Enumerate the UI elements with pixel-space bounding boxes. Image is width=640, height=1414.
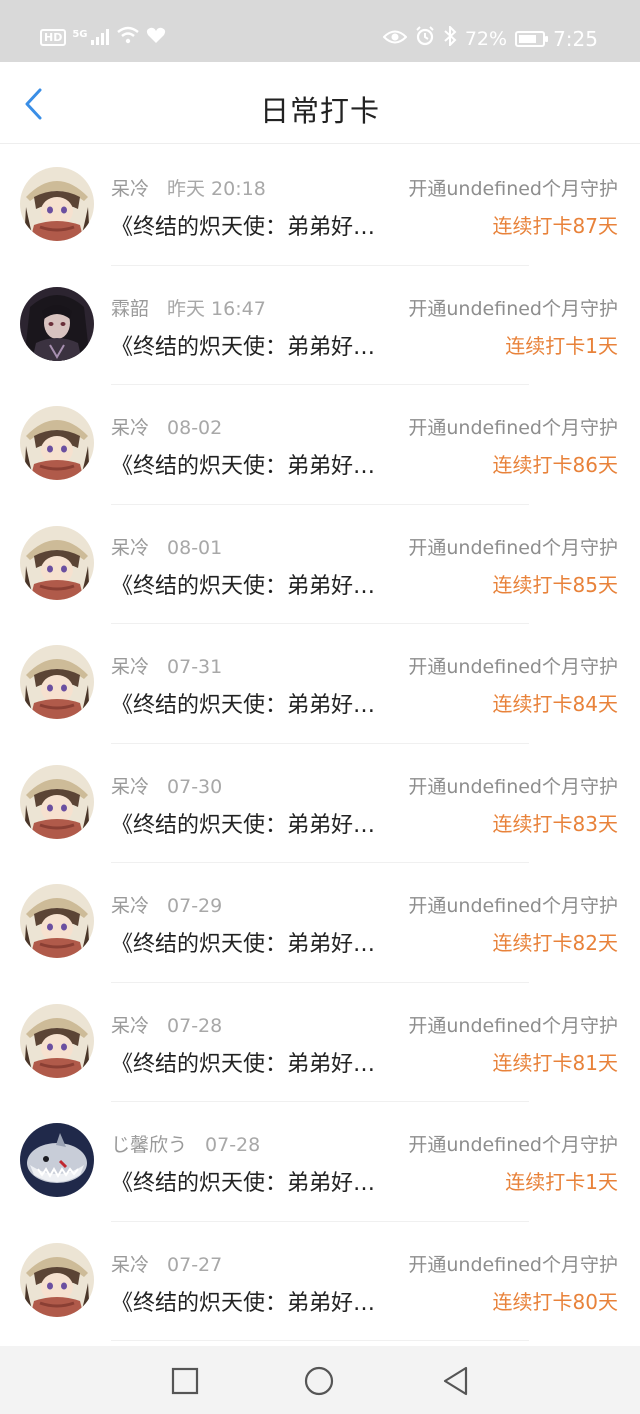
- eye-icon: [382, 28, 408, 50]
- bluetooth-icon: [443, 24, 457, 51]
- battery-percent: 72%: [464, 27, 508, 50]
- book-title[interactable]: 《终结的炽天使：弟弟好…: [111, 329, 396, 361]
- guard-text: 开通undefined个月守护: [408, 656, 618, 678]
- checkin-time: 07-28: [205, 1134, 261, 1156]
- guard-text: 开通undefined个月守护: [408, 895, 618, 917]
- checkin-time: 昨天 16:47: [167, 297, 266, 320]
- checkin-row[interactable]: 呆冷 07-30 开通undefined个月守护 《终结的炽天使：弟弟好… 连续打…: [0, 744, 640, 863]
- streak-count: 连续打卡83天: [492, 811, 618, 836]
- streak-count: 连续打卡87天: [492, 214, 618, 238]
- checkin-row[interactable]: 呆冷 07-29 开通undefined个月守护 《终结的炽天使：弟弟好… 连续打…: [0, 863, 640, 983]
- streak-count: 连续打卡81天: [492, 1050, 618, 1075]
- avatar-girl-hat[interactable]: [20, 764, 94, 839]
- alarm-icon: [415, 26, 435, 51]
- clock: 7:25: [553, 26, 598, 51]
- checkin-row[interactable]: 呆冷 07-28 开通undefined个月守护 《终结的炽天使：弟弟好… 连续打…: [0, 983, 640, 1102]
- checkin-list: 呆冷 昨天 20:18 开通undefined个月守护 《终结的炽天使：弟弟好… …: [0, 146, 640, 1341]
- avatar-girl-hat[interactable]: [20, 167, 94, 241]
- book-title[interactable]: 《终结的炽天使：弟弟好…: [111, 448, 396, 480]
- streak-count: 连续打卡85天: [492, 572, 618, 597]
- checkin-time: 07-27: [167, 1253, 223, 1276]
- checkin-row[interactable]: 呆冷 昨天 20:18 开通undefined个月守护 《终结的炽天使：弟弟好… …: [0, 146, 640, 266]
- user-name[interactable]: 呆冷: [111, 776, 149, 798]
- user-name[interactable]: 呆冷: [111, 537, 149, 559]
- book-title[interactable]: 《终结的炽天使：弟弟好…: [111, 1285, 396, 1317]
- guard-text: 开通undefined个月守护: [408, 1014, 618, 1037]
- user-name[interactable]: じ馨欣う: [111, 1134, 187, 1156]
- page-title: 日常打卡: [259, 94, 380, 128]
- user-name[interactable]: 霖韶: [111, 298, 149, 320]
- book-title[interactable]: 《终结的炽天使：弟弟好…: [111, 568, 396, 600]
- streak-count: 连续打卡1天: [505, 333, 618, 358]
- user-name[interactable]: 呆冷: [111, 656, 149, 678]
- nav-back-button[interactable]: [440, 1366, 470, 1396]
- checkin-time: 07-30: [167, 775, 223, 798]
- book-title[interactable]: 《终结的炽天使：弟弟好…: [111, 926, 396, 958]
- streak-count: 连续打卡80天: [492, 1289, 618, 1314]
- divider: [111, 1340, 529, 1341]
- status-bar: HD 5G 72% 7:25: [0, 0, 640, 62]
- wifi-icon: [116, 26, 140, 48]
- book-title[interactable]: 《终结的炽天使：弟弟好…: [111, 209, 396, 241]
- checkin-row[interactable]: 呆冷 07-27 开通undefined个月守护 《终结的炽天使：弟弟好… 连续打…: [0, 1222, 640, 1341]
- avatar-girl-hat[interactable]: [20, 406, 94, 480]
- checkin-time: 昨天 20:18: [167, 178, 266, 200]
- user-name[interactable]: 呆冷: [111, 417, 149, 439]
- page-header: 日常打卡: [0, 62, 640, 144]
- avatar-girl-hat[interactable]: [20, 525, 94, 600]
- user-name[interactable]: 呆冷: [111, 1254, 149, 1276]
- system-nav-bar: [0, 1346, 640, 1414]
- triangle-back-icon: [443, 1366, 468, 1396]
- avatar-girl-hat[interactable]: [20, 884, 94, 958]
- guard-text: 开通undefined个月守护: [408, 417, 618, 439]
- circle-icon: [304, 1366, 334, 1396]
- hd-voice-icon: HD: [40, 28, 67, 46]
- checkin-time: 08-01: [167, 536, 223, 559]
- guard-text: 开通undefined个月守护: [408, 1253, 618, 1276]
- square-icon: [171, 1367, 199, 1395]
- streak-count: 连续打卡86天: [492, 453, 618, 477]
- signal-icon: 5G: [72, 29, 109, 45]
- checkin-time: 08-02: [167, 417, 223, 439]
- guard-text: 开通undefined个月守护: [408, 536, 618, 559]
- avatar-girl-hat[interactable]: [20, 1003, 94, 1078]
- user-name[interactable]: 呆冷: [111, 895, 149, 917]
- checkin-row[interactable]: 霖韶 昨天 16:47 开通undefined个月守护 《终结的炽天使：弟弟好… …: [0, 266, 640, 385]
- heart-icon: [146, 26, 166, 48]
- book-title[interactable]: 《终结的炽天使：弟弟好…: [111, 1046, 396, 1078]
- checkin-row[interactable]: じ馨欣う 07-28 开通undefined个月守护 《终结的炽天使：弟弟好… 连…: [0, 1102, 640, 1222]
- user-name[interactable]: 呆冷: [111, 1015, 149, 1037]
- streak-count: 连续打卡1天: [505, 1170, 618, 1194]
- recents-button[interactable]: [170, 1366, 200, 1396]
- streak-count: 连续打卡82天: [492, 931, 618, 955]
- guard-text: 开通undefined个月守护: [408, 178, 618, 200]
- guard-text: 开通undefined个月守护: [408, 1134, 618, 1156]
- checkin-time: 07-29: [167, 895, 223, 917]
- checkin-time: 07-28: [167, 1014, 223, 1037]
- checkin-time: 07-31: [167, 656, 223, 678]
- book-title[interactable]: 《终结的炽天使：弟弟好…: [111, 807, 396, 839]
- streak-count: 连续打卡84天: [492, 692, 618, 716]
- avatar-dark-hair[interactable]: [20, 286, 94, 361]
- guard-text: 开通undefined个月守护: [408, 297, 618, 320]
- avatar-girl-hat[interactable]: [20, 1242, 94, 1317]
- battery-icon: [515, 30, 549, 47]
- book-title[interactable]: 《终结的炽天使：弟弟好…: [111, 687, 396, 719]
- network-type: 5G: [72, 29, 88, 40]
- checkin-row[interactable]: 呆冷 08-02 开通undefined个月守护 《终结的炽天使：弟弟好… 连续打…: [0, 385, 640, 505]
- checkin-row[interactable]: 呆冷 08-01 开通undefined个月守护 《终结的炽天使：弟弟好… 连续打…: [0, 505, 640, 624]
- book-title[interactable]: 《终结的炽天使：弟弟好…: [111, 1165, 396, 1197]
- home-button[interactable]: [304, 1366, 334, 1396]
- user-name[interactable]: 呆冷: [111, 178, 149, 200]
- guard-text: 开通undefined个月守护: [408, 775, 618, 798]
- checkin-row[interactable]: 呆冷 07-31 开通undefined个月守护 《终结的炽天使：弟弟好… 连续打…: [0, 624, 640, 744]
- avatar-girl-hat[interactable]: [20, 645, 94, 719]
- avatar-shark[interactable]: [20, 1123, 94, 1197]
